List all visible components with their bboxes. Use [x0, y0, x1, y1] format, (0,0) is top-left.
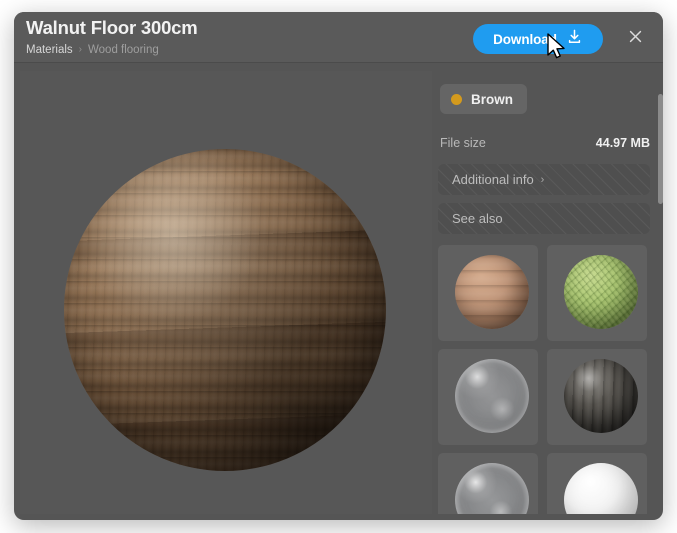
panel-scrollbar-thumb[interactable]: [658, 94, 663, 204]
file-size-value: 44.97 MB: [595, 136, 650, 150]
see-also-label: See also: [452, 211, 503, 226]
material-info-panel: Brown File size 44.97 MB Additional info…: [434, 71, 656, 514]
thumbnail-dark-wood[interactable]: [547, 349, 647, 445]
thumbnail-light-wood[interactable]: [438, 245, 538, 341]
white-matte-sphere-icon: [564, 463, 638, 514]
download-button[interactable]: Download: [473, 24, 603, 54]
download-button-label: Download: [493, 31, 557, 47]
breadcrumb: Materials › Wood flooring: [26, 43, 198, 57]
material-detail-modal: Walnut Floor 300cm Materials › Wood floo…: [14, 12, 663, 520]
breadcrumb-separator-icon: ›: [78, 44, 82, 55]
file-size-label: File size: [440, 136, 486, 150]
download-arrow-icon: [566, 28, 583, 50]
thumbnail-clear-glass[interactable]: [438, 453, 538, 514]
thumbnail-glass[interactable]: [438, 349, 538, 445]
additional-info-panel[interactable]: Additional info ›: [438, 164, 650, 195]
clear-glass-sphere-icon: [455, 463, 529, 514]
page-title: Walnut Floor 300cm: [26, 17, 198, 38]
thumbnail-grass[interactable]: [547, 245, 647, 341]
breadcrumb-item-wood-flooring[interactable]: Wood flooring: [88, 43, 159, 57]
title-block: Walnut Floor 300cm Materials › Wood floo…: [26, 17, 198, 57]
breadcrumb-item-materials[interactable]: Materials: [26, 43, 73, 57]
glass-sphere-icon: [455, 359, 529, 433]
modal-header: Walnut Floor 300cm Materials › Wood floo…: [14, 12, 663, 63]
file-size-row: File size 44.97 MB: [440, 133, 650, 153]
material-preview-stage[interactable]: [20, 71, 432, 514]
close-icon: [627, 28, 644, 50]
additional-info-label: Additional info: [452, 172, 534, 187]
close-button[interactable]: [621, 25, 649, 53]
related-materials-grid: [438, 245, 654, 514]
chevron-right-icon: ›: [540, 173, 545, 186]
light-wood-sphere-icon: [455, 255, 529, 329]
thumbnail-white-matte[interactable]: [547, 453, 647, 514]
color-dot-icon: [451, 93, 462, 105]
see-also-panel[interactable]: See also: [438, 203, 650, 234]
tag-brown[interactable]: Brown: [440, 84, 527, 114]
panel-scrollbar[interactable]: [658, 74, 663, 514]
dark-wood-sphere-icon: [564, 359, 638, 433]
grass-sphere-icon: [564, 255, 638, 329]
walnut-wood-sphere-preview[interactable]: [64, 149, 386, 471]
tag-brown-label: Brown: [471, 91, 513, 107]
